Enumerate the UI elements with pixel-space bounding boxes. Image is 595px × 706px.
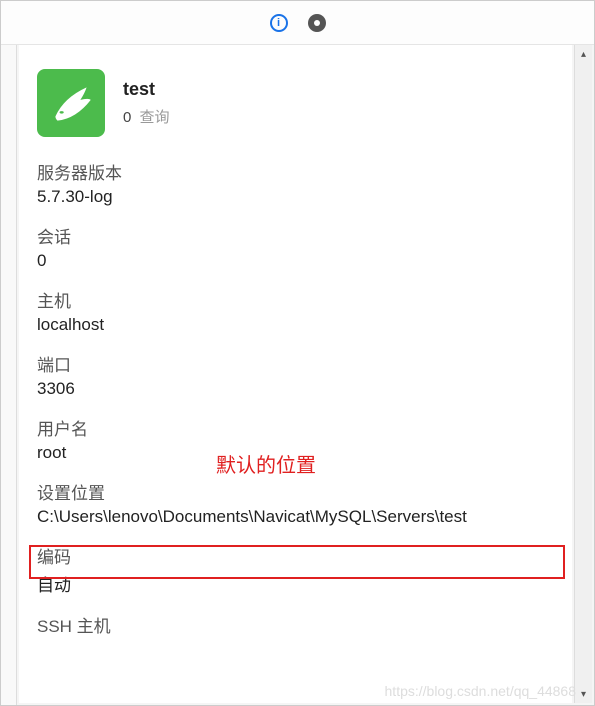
field-label: SSH 主机 <box>37 612 554 637</box>
field-value: 0 <box>37 251 554 271</box>
field-ssh-host: SSH 主机 <box>37 608 554 644</box>
field-label: 主机 <box>37 287 554 312</box>
scroll-down-arrow[interactable]: ▾ <box>575 685 592 703</box>
query-label: 查询 <box>140 109 170 126</box>
field-value: localhost <box>37 315 554 335</box>
connection-subtitle: 0 查询 <box>123 106 170 127</box>
annotation-text: 默认的位置 <box>216 449 316 478</box>
window-frame: i test 0 查询 服务器版本 <box>0 0 595 706</box>
field-label: 编码 <box>37 543 554 568</box>
field-port: 端口 3306 <box>37 347 554 403</box>
field-sessions: 会话 0 <box>37 219 554 275</box>
field-label: 会话 <box>37 223 554 248</box>
field-encoding: 编码 自动 <box>37 539 554 600</box>
vertical-scrollbar[interactable]: ▴ ▾ <box>574 45 592 703</box>
field-label: 端口 <box>37 351 554 376</box>
field-settings-path: 设置位置 C:\Users\lenovo\Documents\Navicat\M… <box>37 475 554 531</box>
info-panel: test 0 查询 服务器版本 5.7.30-log 会话 0 主机 local… <box>19 45 572 703</box>
field-label: 设置位置 <box>37 479 554 504</box>
left-gutter <box>1 45 17 705</box>
field-value: C:\Users\lenovo\Documents\Navicat\MySQL\… <box>37 507 554 527</box>
query-count: 0 <box>123 109 131 126</box>
top-toolbar: i <box>1 1 594 45</box>
field-server-version: 服务器版本 5.7.30-log <box>37 155 554 211</box>
connection-icon <box>37 69 105 137</box>
field-label: 用户名 <box>37 415 554 440</box>
field-host: 主机 localhost <box>37 283 554 339</box>
field-value: 5.7.30-log <box>37 187 554 207</box>
field-list: 服务器版本 5.7.30-log 会话 0 主机 localhost 端口 33… <box>19 147 572 644</box>
view-icon[interactable] <box>307 13 327 33</box>
info-icon[interactable]: i <box>269 13 289 33</box>
connection-header: test 0 查询 <box>19 45 572 147</box>
watermark-text: https://blog.csdn.net/qq_44868 <box>385 683 576 699</box>
connection-name: test <box>123 79 170 100</box>
scroll-up-arrow[interactable]: ▴ <box>575 45 592 63</box>
field-label: 服务器版本 <box>37 159 554 184</box>
field-value: 自动 <box>37 571 554 596</box>
field-value: 3306 <box>37 379 554 399</box>
